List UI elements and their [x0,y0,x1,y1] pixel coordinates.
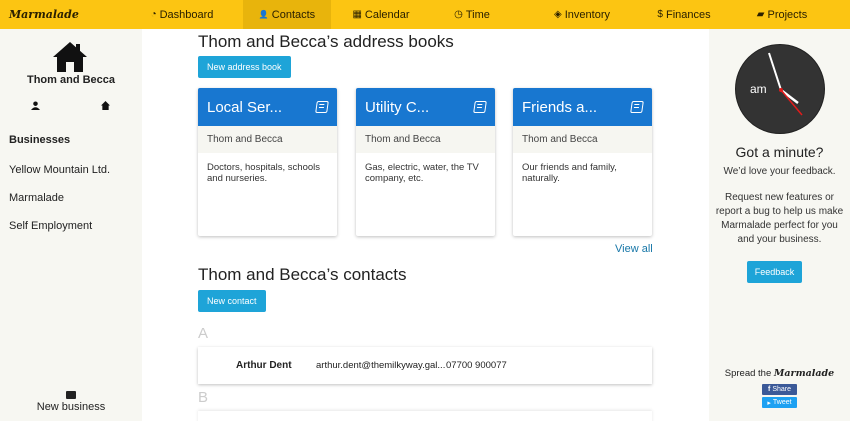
contacts-title: Thom and Becca’s contacts [198,265,407,284]
user-icon: 👤 [258,10,269,19]
nav-time[interactable]: ◷ Time [454,0,490,29]
address-book-card[interactable]: Local Ser... Thom and Becca Doctors, hos… [198,88,337,236]
feedback-button[interactable]: Feedback [747,261,802,283]
business-link[interactable]: Marmalade [9,192,64,204]
book-icon [315,101,329,113]
feedback-title: Got a minute? [735,144,824,160]
app-logo[interactable]: Marmalade [9,8,79,21]
new-business-button[interactable]: New business [0,391,142,413]
address-book-name: Friends a... [522,98,598,116]
clock: am [735,44,825,134]
address-book-owner: Thom and Becca [356,126,495,153]
contact-row[interactable]: Arthur Dent arthur.dent@themilkyway.gal.… [198,347,652,384]
tweet-label: Tweet [772,399,792,406]
nav-label: Time [465,8,490,21]
user-icon[interactable] [31,101,40,113]
left-sidebar: Thom and Becca Businesses Yellow Mountai… [0,29,142,421]
contact-email: arthur.dent@themilkyway.gal... [316,360,446,371]
folder-icon: ▰ [756,9,765,20]
address-book-owner: Thom and Becca [513,126,652,153]
group-letter: A [198,325,209,342]
nav-label: Contacts [271,8,316,21]
share-label: Share [772,386,792,393]
address-book-card[interactable]: Friends a... Thom and Becca Our friends … [513,88,652,236]
view-all-link[interactable]: View all [615,243,653,255]
address-book-name: Utility C... [365,98,430,116]
twitter-icon: ▸ [767,399,771,407]
spread-text: Spread the Marmalade [709,368,850,379]
feedback-body: Request new features or report a bug to … [715,192,844,245]
contact-name: Arthur Dent [236,360,292,371]
address-book-card[interactable]: Utility C... Thom and Becca Gas, electri… [356,88,495,236]
dashboard-icon: ◔ [150,9,157,20]
group-letter: B [198,389,209,406]
contact-phone: 07700 900077 [446,360,507,371]
address-book-description: Our friends and family, naturally. [522,162,617,184]
address-book-description: Gas, electric, water, the TV company, et… [365,162,479,184]
business-link[interactable]: Yellow Mountain Ltd. [9,164,110,176]
address-book-name: Local Ser... [207,98,283,116]
clock-icon: ◷ [454,9,463,20]
small-home-icon[interactable] [101,101,110,113]
nav-label: Inventory [564,8,610,21]
card-header: Friends a... [513,88,652,126]
account-name: Thom and Becca [26,74,116,86]
nav-dashboard[interactable]: ◔ Dashboard [150,0,214,29]
top-nav: Marmalade ◔ Dashboard 👤 Contacts ▦ Calen… [0,0,850,29]
facebook-icon: f [767,386,771,393]
spread-brand: Marmalade [773,368,835,379]
nav-finances[interactable]: $ Finances [657,0,711,29]
cube-icon: ◈ [554,9,562,20]
nav-label: Finances [665,8,711,21]
book-icon [473,101,487,113]
nav-contacts[interactable]: 👤 Contacts [243,0,331,29]
briefcase-icon [66,391,76,399]
right-sidebar: am Got a minute? We’d love your feedback… [709,29,850,421]
card-header: Local Ser... [198,88,337,126]
facebook-share-button[interactable]: f Share [762,384,797,395]
nav-inventory[interactable]: ◈ Inventory [554,0,610,29]
businesses-heading: Businesses [9,134,71,146]
business-link[interactable]: Self Employment [9,220,92,232]
nav-label: Dashboard [159,8,214,21]
address-book-description: Doctors, hospitals, schools and nurserie… [207,162,320,184]
book-icon [630,101,644,113]
nav-label: Calendar [364,8,410,21]
nav-label: Projects [767,8,808,21]
new-address-book-button[interactable]: New address book [198,56,291,78]
spread-prefix: Spread the [724,368,772,379]
main-content: Thom and Becca’s address books New addre… [142,29,709,421]
address-book-owner: Thom and Becca [198,126,337,153]
home-icon[interactable] [52,41,88,73]
dollar-icon: $ [657,9,663,20]
new-business-label: New business [36,401,106,413]
address-books-title: Thom and Becca’s address books [198,32,454,51]
card-header: Utility C... [356,88,495,126]
clock-hands [768,52,803,116]
list-item[interactable] [198,411,652,421]
new-contact-button[interactable]: New contact [198,290,266,312]
tweet-button[interactable]: ▸ Tweet [762,397,797,408]
calendar-icon: ▦ [352,9,362,20]
nav-calendar[interactable]: ▦ Calendar [352,0,410,29]
feedback-subtitle: We’d love your feedback. [723,166,836,177]
nav-projects[interactable]: ▰ Projects [756,0,808,29]
